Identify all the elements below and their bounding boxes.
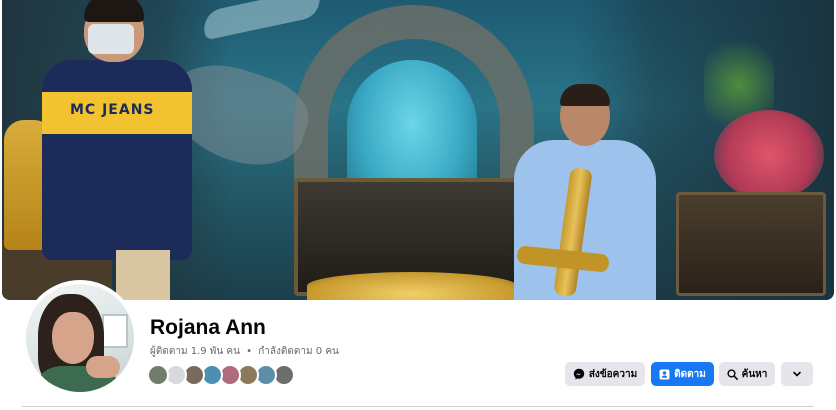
following-count[interactable]: กำลังติดตาม 0 คน: [258, 346, 339, 357]
follow-icon: [659, 369, 670, 379]
follow-button[interactable]: ติดตาม: [651, 362, 714, 386]
follower-avatars: [147, 364, 295, 386]
profile-page: MC JEANS Rojana Ann ผู้ติดตาม 1.9 พัน คน…: [0, 0, 836, 410]
cover-small-chest: [676, 192, 826, 296]
message-button[interactable]: ส่งข้อความ: [565, 362, 645, 386]
cover-coral: [714, 110, 824, 200]
search-icon: [727, 368, 738, 380]
avatar-face: [52, 312, 94, 364]
profile-stats: ผู้ติดตาม 1.9 พัน คน • กำลังติดตาม 0 คน: [150, 344, 339, 359]
stats-separator: •: [246, 346, 253, 357]
profile-name: Rojana Ann: [150, 316, 266, 339]
followers-count[interactable]: ผู้ติดตาม 1.9 พัน คน: [150, 346, 240, 357]
cover-boy-left-hair: [84, 0, 144, 22]
search-button[interactable]: ค้นหา: [719, 362, 775, 386]
message-button-label: ส่งข้อความ: [588, 368, 638, 380]
messenger-icon: [573, 368, 585, 380]
cover-face-mask: [88, 24, 134, 54]
cover-boy-right-hair: [560, 84, 610, 106]
header-divider: [22, 406, 814, 407]
search-button-label: ค้นหา: [741, 368, 768, 380]
avatar-hand: [86, 356, 120, 378]
more-options-button[interactable]: [781, 362, 813, 386]
profile-avatar[interactable]: [22, 280, 138, 396]
cover-shirt-text: MC JEANS: [70, 102, 155, 118]
follower-avatar[interactable]: [147, 364, 169, 386]
cover-boy-left: [42, 60, 192, 260]
cover-shirt-band: MC JEANS: [42, 92, 192, 134]
cover-photo[interactable]: MC JEANS: [2, 0, 834, 300]
follow-button-label: ติดตาม: [674, 368, 706, 380]
cover-gold-coins: [307, 272, 517, 300]
chevron-down-icon: [793, 371, 801, 377]
avatar-window: [102, 314, 128, 348]
